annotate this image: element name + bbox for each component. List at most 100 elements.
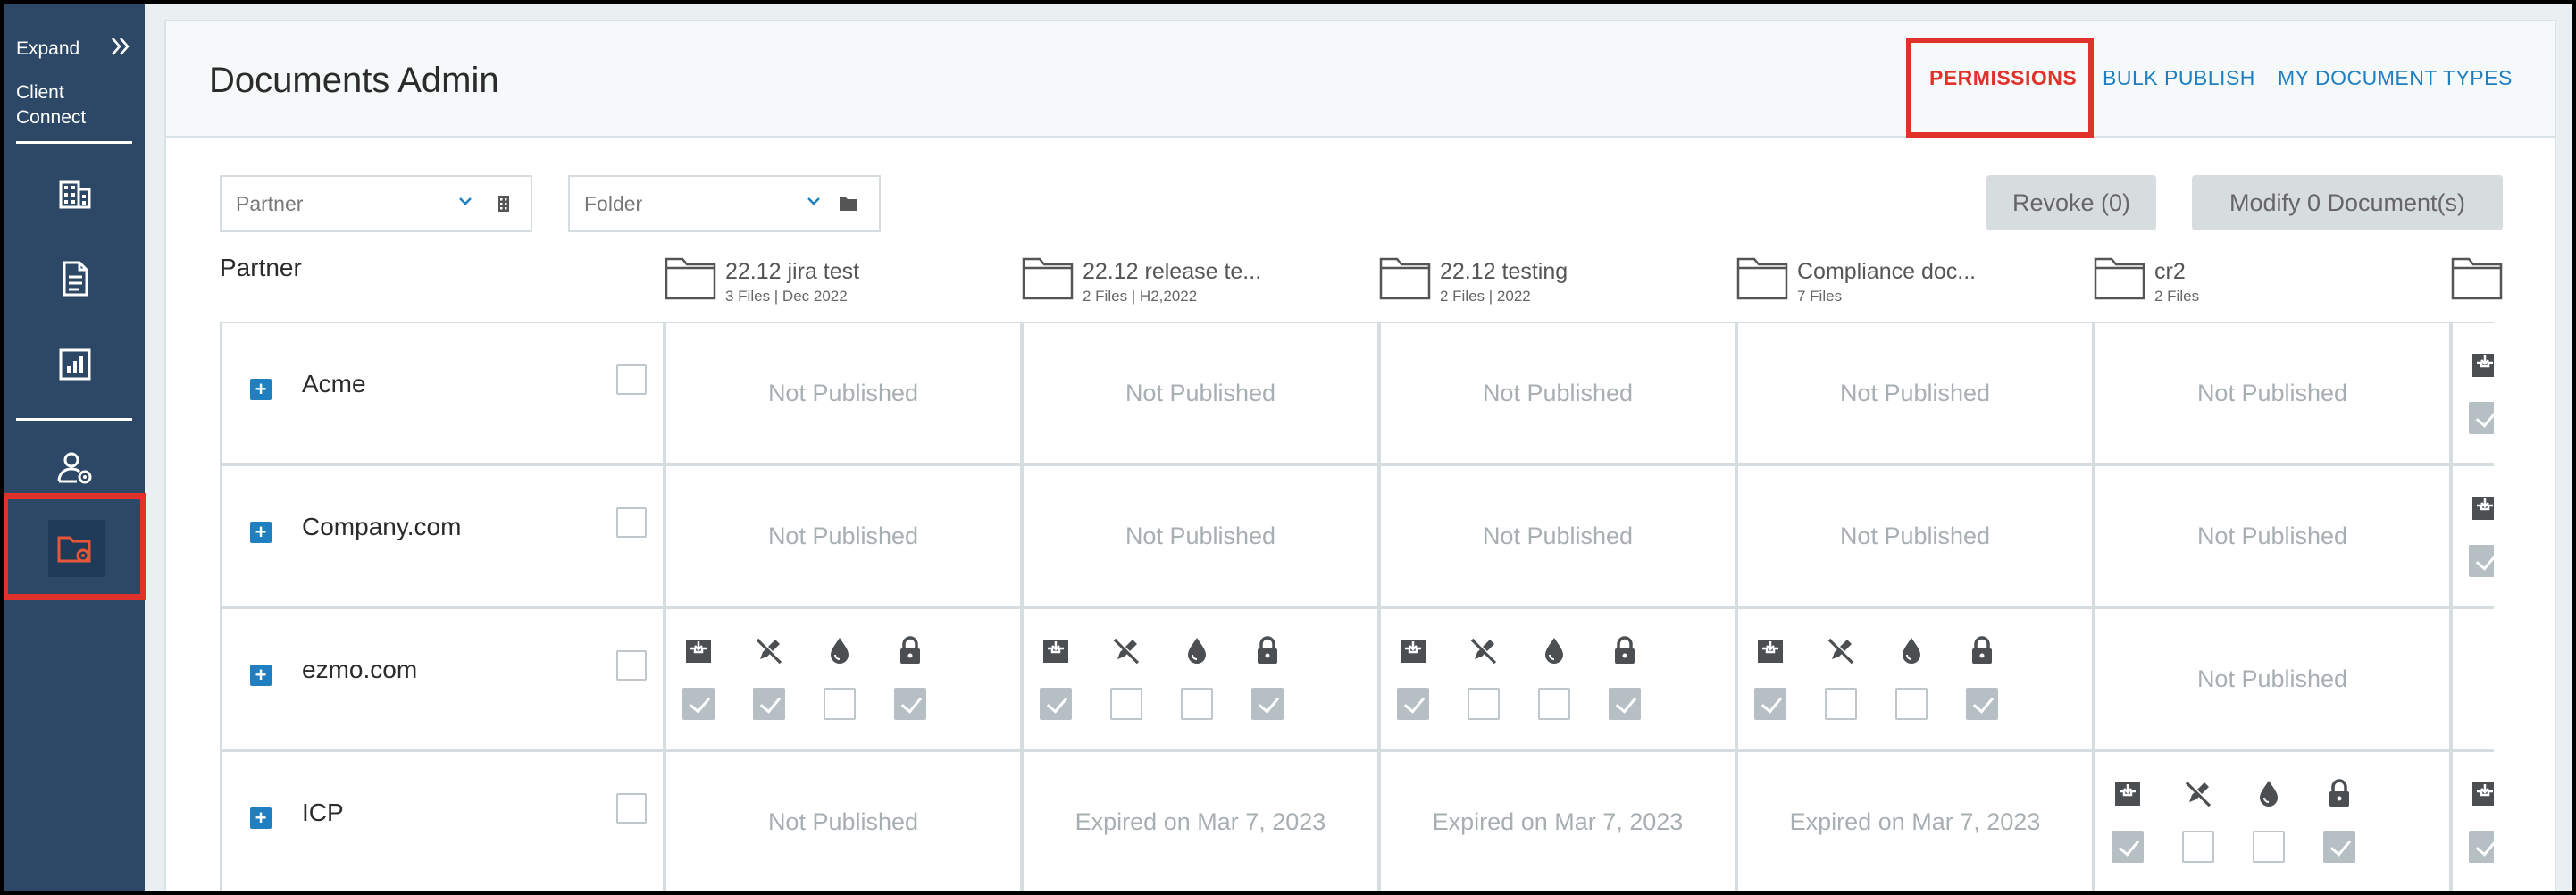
partner-filter-select[interactable]: Partner bbox=[220, 175, 532, 232]
row-select-checkbox[interactable] bbox=[616, 793, 647, 824]
permission-set bbox=[1040, 629, 1361, 736]
permission-checkbox[interactable] bbox=[1110, 688, 1142, 720]
double-chevron-right-icon bbox=[109, 36, 132, 63]
permission-cell: Not Published bbox=[2094, 607, 2451, 750]
table-row: + Company.com Not Published Not Published No… bbox=[220, 464, 2494, 607]
folder-icon bbox=[840, 197, 857, 211]
brand-line-1: Client bbox=[16, 82, 64, 103]
expand-row-plus-icon[interactable]: + bbox=[250, 807, 272, 829]
partner-name: ICP bbox=[302, 799, 344, 826]
permission-checkbox[interactable] bbox=[1538, 688, 1570, 720]
lock-icon bbox=[2323, 777, 2355, 809]
folder-icon bbox=[665, 257, 716, 300]
sidebar-divider-2 bbox=[16, 418, 132, 421]
folder-icon bbox=[1022, 257, 1074, 300]
folder-filter-label: Folder bbox=[584, 191, 643, 215]
partner-name: Company.com bbox=[302, 513, 462, 540]
user-settings-icon bbox=[57, 452, 92, 484]
permission-cell: Not Published bbox=[2094, 464, 2451, 607]
tab-bulk-publish[interactable]: BULK PUBLISH bbox=[2103, 66, 2255, 90]
folder-column-header[interactable]: cr2 2 Files bbox=[2094, 255, 2451, 318]
sidebar-item-user-settings[interactable] bbox=[43, 438, 107, 498]
publish-status: Not Published bbox=[767, 807, 919, 835]
download-tray-icon bbox=[1754, 634, 1786, 666]
folder-icon bbox=[2094, 257, 2145, 300]
permission-cell bbox=[665, 607, 1022, 750]
publish-status: Not Published bbox=[767, 379, 919, 406]
sidebar-item-documents[interactable] bbox=[43, 248, 107, 309]
tab-my-document-types[interactable]: MY DOCUMENT TYPES bbox=[2278, 66, 2513, 90]
row-select-checkbox[interactable] bbox=[616, 650, 647, 681]
permission-checkbox[interactable] bbox=[2469, 402, 2494, 434]
permission-set bbox=[682, 629, 1004, 736]
folder-icon bbox=[2451, 257, 2503, 300]
permission-checkbox[interactable] bbox=[1468, 688, 1500, 720]
permission-checkbox[interactable] bbox=[2182, 831, 2214, 863]
permission-checkbox[interactable] bbox=[682, 688, 715, 720]
expand-row-plus-icon[interactable]: + bbox=[250, 665, 272, 686]
watermark-drop-icon bbox=[824, 634, 856, 666]
permission-checkbox[interactable] bbox=[2323, 831, 2355, 863]
publish-status: Expired on Mar 7, 2023 bbox=[1432, 807, 1684, 835]
permission-cell bbox=[2451, 464, 2494, 607]
partner-name: Acme bbox=[302, 370, 366, 397]
folder-meta: 2 Files | H2,2022 bbox=[1083, 288, 1198, 305]
permission-checkbox[interactable] bbox=[1181, 688, 1213, 720]
folder-filter-select[interactable]: Folder bbox=[568, 175, 881, 232]
permission-cell bbox=[1379, 607, 1736, 750]
permission-checkbox[interactable] bbox=[1040, 688, 1072, 720]
permission-checkbox[interactable] bbox=[1966, 688, 1998, 720]
permission-cell: Not Published bbox=[1022, 322, 1379, 464]
permission-checkbox[interactable] bbox=[1251, 688, 1284, 720]
revoke-button[interactable]: Revoke (0) bbox=[1986, 175, 2156, 230]
folder-column-header[interactable]: 22.12 jira test 3 Files | Dec 2022 bbox=[665, 255, 1022, 318]
download-tray-icon bbox=[2469, 777, 2494, 809]
expand-row-plus-icon[interactable]: + bbox=[250, 379, 272, 400]
permission-cell bbox=[2451, 750, 2494, 891]
permission-checkbox[interactable] bbox=[2469, 545, 2494, 577]
chevron-down-icon bbox=[807, 197, 820, 205]
row-select-checkbox[interactable] bbox=[616, 507, 647, 538]
folder-column-header[interactable]: 22.12 release te... 2 Files | H2,2022 bbox=[1022, 255, 1379, 318]
folder-name: cr2 bbox=[2154, 259, 2186, 284]
row-select-checkbox[interactable] bbox=[616, 364, 647, 395]
folder-column-header[interactable]: Compliance doc... 7 Files bbox=[1736, 255, 2094, 318]
sidebar-item-documents-admin[interactable] bbox=[43, 518, 107, 579]
no-edit-pencil-icon bbox=[1468, 634, 1500, 666]
partner-cell: + Company.com bbox=[220, 464, 665, 607]
page-header: Documents Admin PERMISSIONS BULK PUBLISH… bbox=[166, 21, 2555, 138]
permission-checkbox[interactable] bbox=[1609, 688, 1641, 720]
publish-status: Not Published bbox=[1482, 522, 1634, 549]
expand-label: Expand bbox=[16, 38, 80, 59]
publish-status: Expired on Mar 7, 2023 bbox=[1075, 807, 1326, 835]
permission-checkbox[interactable] bbox=[753, 688, 785, 720]
page-title: Documents Admin bbox=[209, 61, 499, 100]
folder-icon bbox=[1379, 257, 1431, 300]
folder-name: 22.12 jira test bbox=[725, 259, 860, 284]
permission-cell: Expired on Mar 7, 2023 bbox=[1022, 750, 1379, 891]
permission-checkbox[interactable] bbox=[1754, 688, 1786, 720]
expand-sidebar-button[interactable]: Expand bbox=[16, 36, 132, 63]
folder-column-header[interactable]: 22.12 testing 2 Files | 2022 bbox=[1379, 255, 1736, 318]
permission-cell bbox=[2451, 607, 2494, 750]
permission-checkbox[interactable] bbox=[2253, 831, 2285, 863]
folder-column-header[interactable] bbox=[2451, 255, 2555, 318]
no-edit-pencil-icon bbox=[2182, 777, 2214, 809]
sidebar-item-reports[interactable] bbox=[43, 334, 107, 395]
permission-cell: Not Published bbox=[665, 464, 1022, 607]
permission-checkbox[interactable] bbox=[894, 688, 926, 720]
permission-cell: Not Published bbox=[1736, 464, 2094, 607]
watermark-drop-icon bbox=[1895, 634, 1928, 666]
permission-checkbox[interactable] bbox=[2112, 831, 2144, 863]
modify-documents-button[interactable]: Modify 0 Document(s) bbox=[2192, 175, 2503, 230]
permission-checkbox[interactable] bbox=[824, 688, 856, 720]
permission-checkbox[interactable] bbox=[1895, 688, 1928, 720]
publish-status: Not Published bbox=[1839, 522, 1991, 549]
sidebar-item-partners[interactable] bbox=[43, 163, 107, 223]
folder-meta: 3 Files | Dec 2022 bbox=[725, 288, 848, 305]
permission-checkbox[interactable] bbox=[1397, 688, 1429, 720]
expand-row-plus-icon[interactable]: + bbox=[250, 522, 272, 543]
permission-checkbox[interactable] bbox=[1825, 688, 1857, 720]
permission-checkbox[interactable] bbox=[2469, 831, 2494, 863]
partner-cell: + ezmo.com bbox=[220, 607, 665, 750]
